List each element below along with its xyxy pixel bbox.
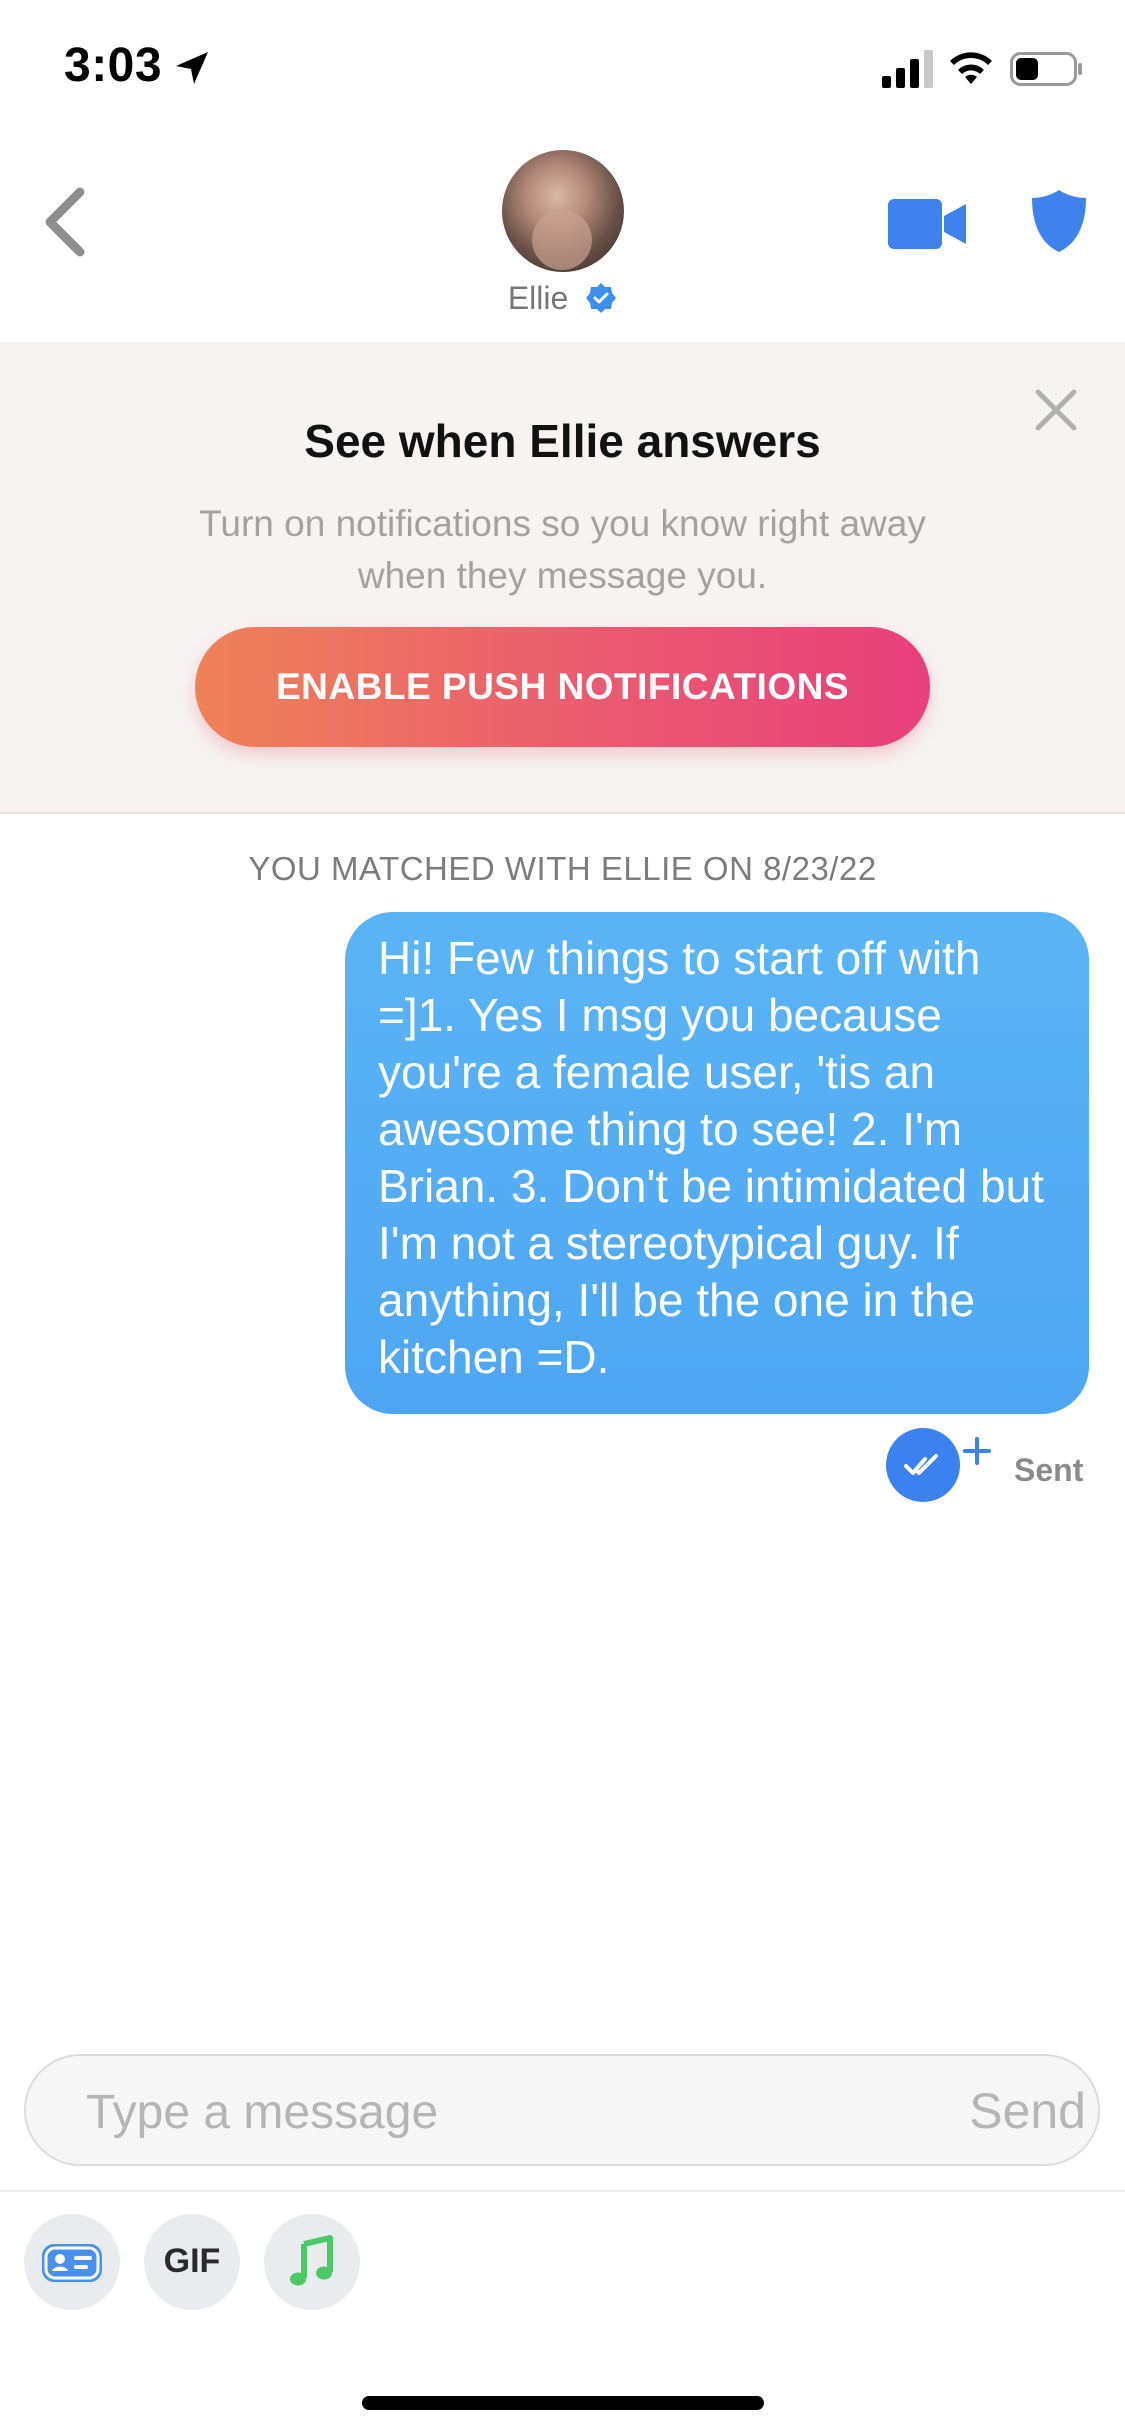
double-check-icon[interactable] (886, 1428, 960, 1502)
chevron-left-icon[interactable] (38, 182, 94, 262)
banner-subtitle: Turn on notifications so you know right … (199, 503, 926, 596)
match-date-label: YOU MATCHED WITH ELLIE ON 8/23/22 (248, 850, 877, 887)
message-text: Hi! Few things to start off with =]1. Ye… (378, 932, 1044, 1383)
gif-label: GIF (163, 2242, 221, 2280)
status-bar: 3:03 (0, 0, 1125, 140)
banner-title: See when Ellie answers (304, 415, 821, 467)
profile-card-icon (42, 2244, 102, 2282)
home-indicator (362, 2396, 764, 2410)
profile-card-button[interactable] (24, 2214, 120, 2310)
avatar-photo (532, 210, 592, 270)
message-status: Sent (1014, 1452, 1084, 1488)
battery-icon (1010, 52, 1082, 86)
divider (0, 2190, 1125, 2192)
signal-icon (882, 50, 933, 88)
status-time: 3:03 (64, 39, 163, 92)
wifi-icon (950, 52, 992, 84)
location-arrow-icon (176, 52, 208, 84)
match-name: Ellie (507, 280, 569, 316)
match-name-row[interactable]: Ellie (0, 280, 1125, 317)
music-note-icon (290, 2235, 333, 2286)
message-input[interactable] (86, 2082, 886, 2142)
notification-banner: See when Ellie answers Turn on notificat… (0, 342, 1125, 814)
music-button[interactable] (264, 2214, 360, 2310)
plus-icon[interactable] (962, 1436, 992, 1466)
verified-badge-icon (586, 283, 617, 313)
enable-push-notifications-button[interactable]: ENABLE PUSH NOTIFICATIONS (195, 627, 930, 747)
shield-icon[interactable] (1030, 188, 1088, 254)
video-camera-icon[interactable] (886, 196, 968, 252)
message-composer: Send (24, 2054, 1100, 2166)
avatar[interactable] (502, 150, 624, 272)
message-bubble[interactable]: Hi! Few things to start off with =]1. Ye… (345, 912, 1089, 1414)
send-button[interactable]: Send (946, 2076, 1086, 2146)
gif-button[interactable]: GIF (144, 2214, 240, 2310)
chat-header: Ellie (0, 140, 1125, 342)
